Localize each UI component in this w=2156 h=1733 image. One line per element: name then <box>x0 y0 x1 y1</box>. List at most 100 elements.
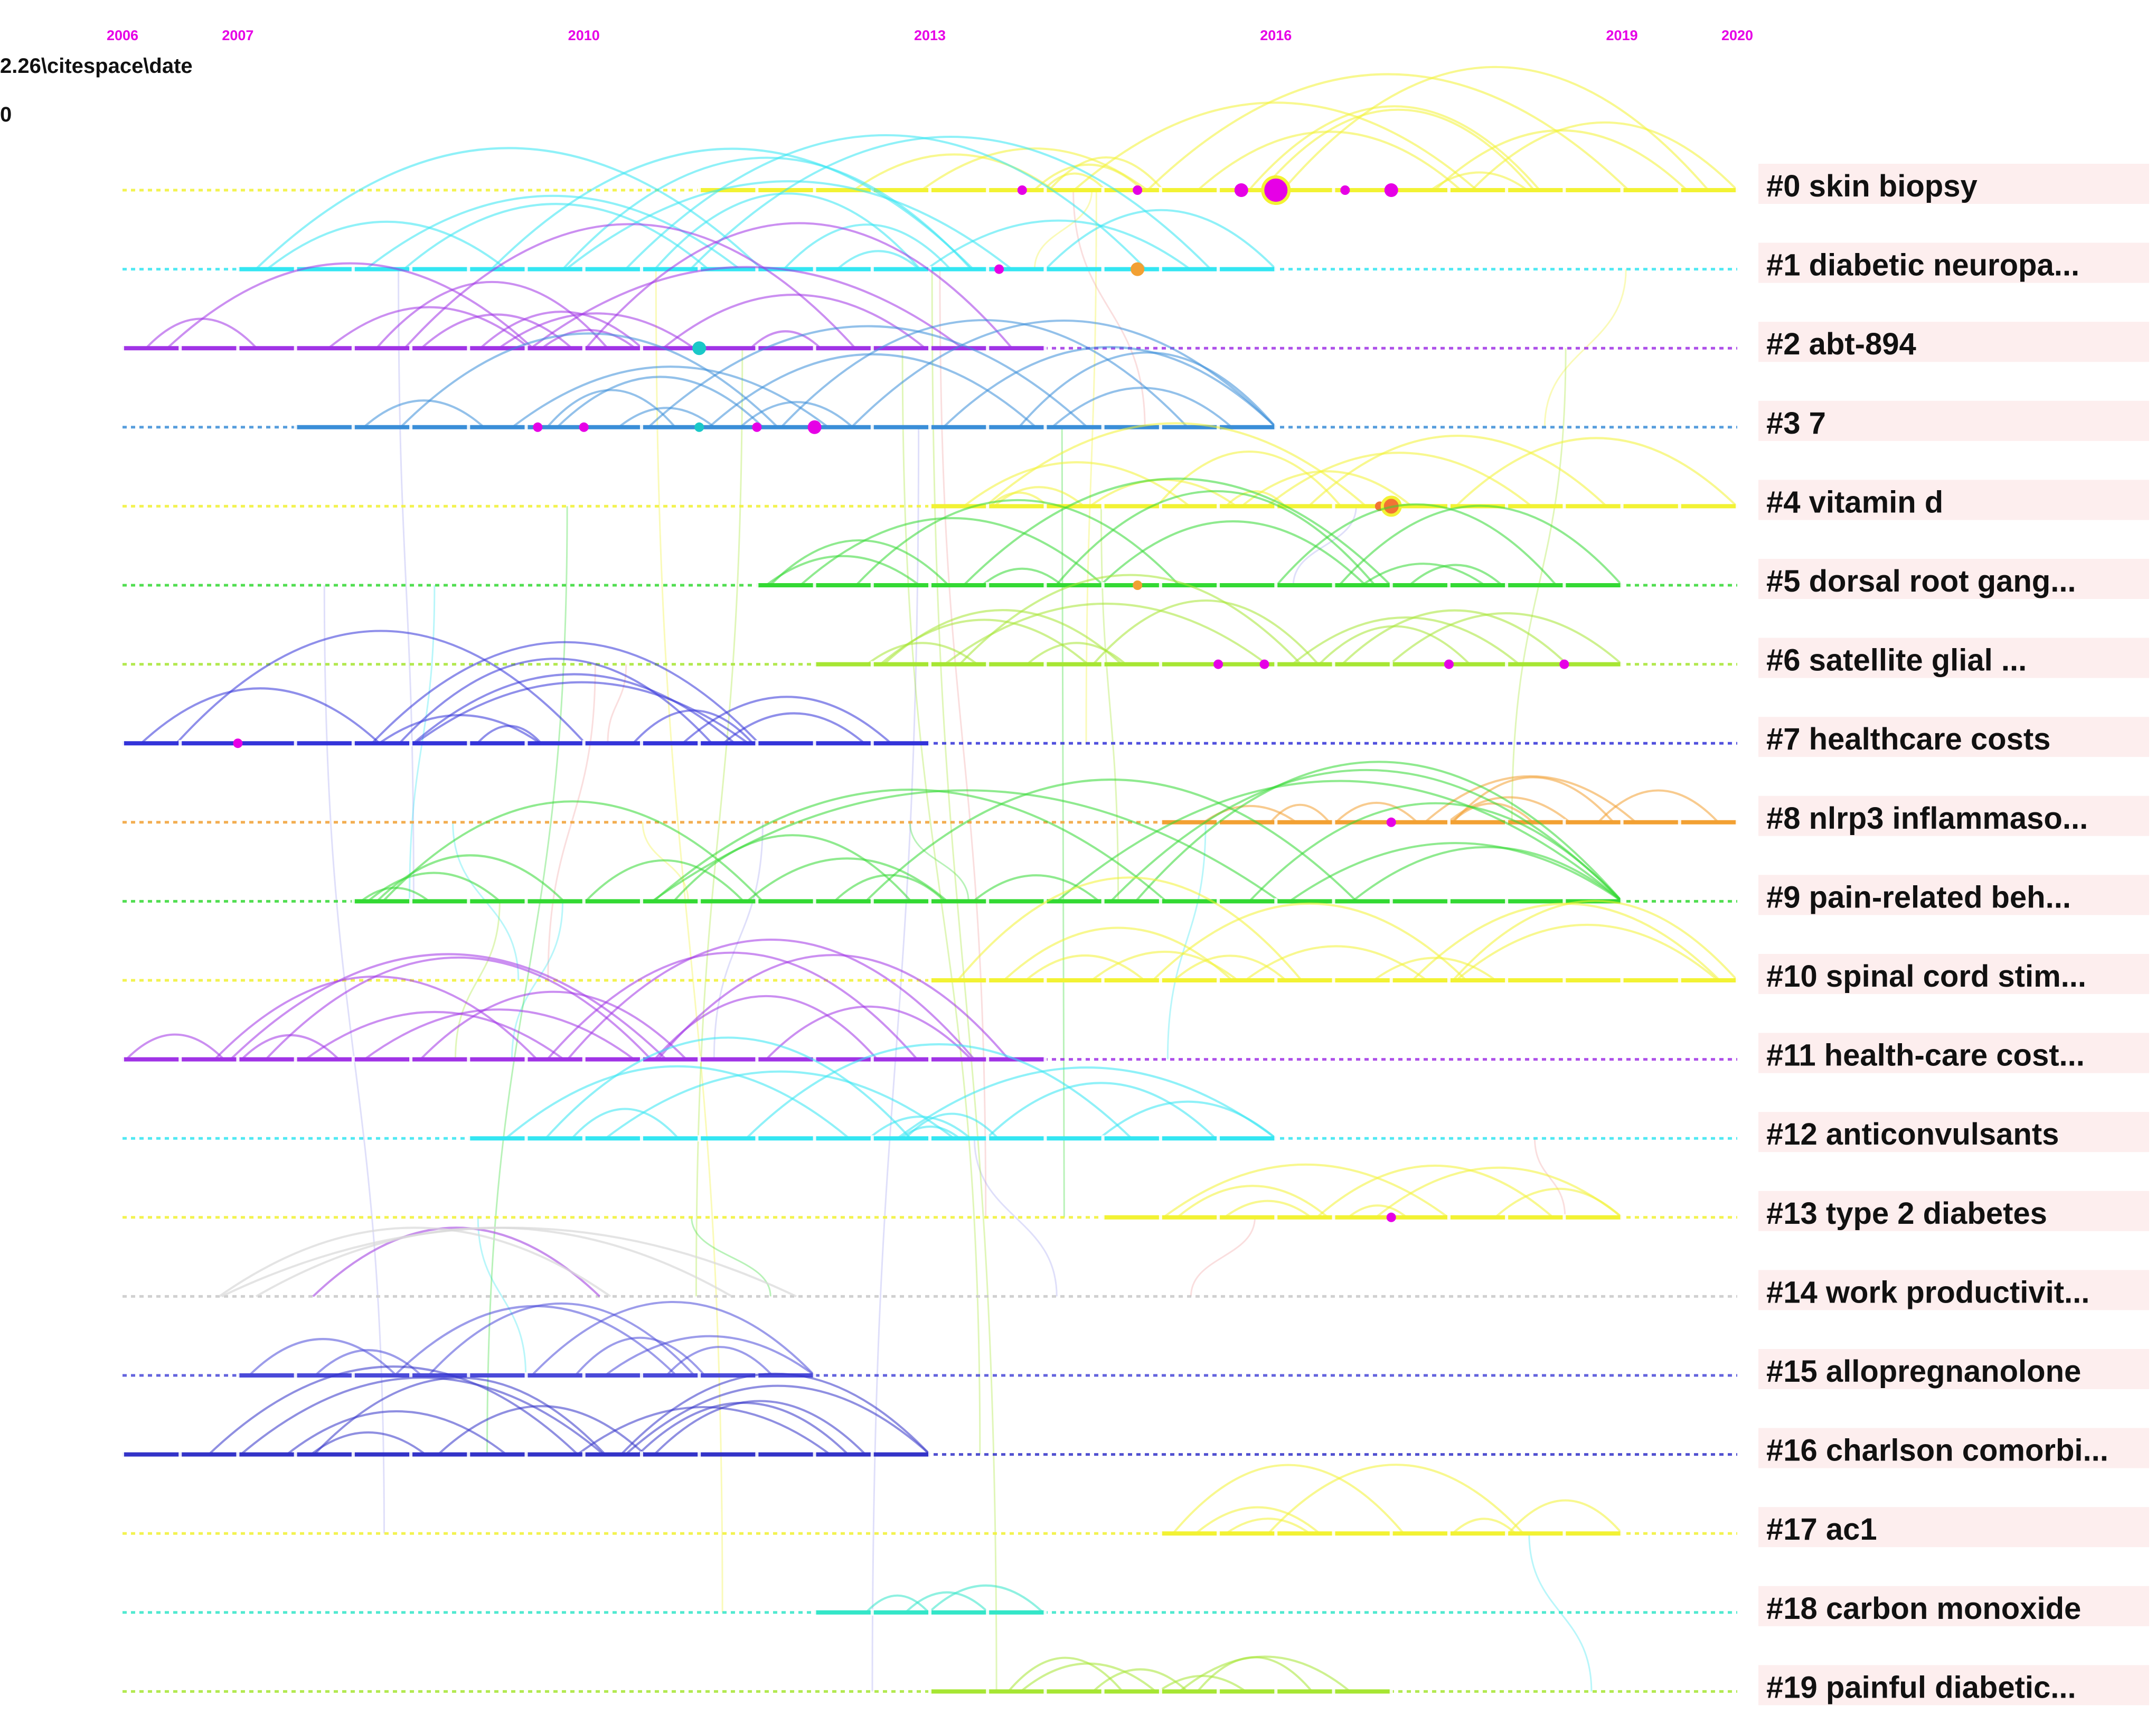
cluster-arc <box>505 1065 850 1139</box>
cluster-arc <box>625 1384 931 1456</box>
cited-node <box>994 264 1004 274</box>
span-gap <box>928 1056 931 1063</box>
span-gap <box>1043 503 1047 510</box>
cluster-row-18 <box>123 1584 1737 1616</box>
cluster-arc <box>265 957 652 1060</box>
cluster-arc <box>399 658 713 744</box>
span-gap <box>1447 1530 1451 1537</box>
cluster-arc <box>1411 902 1721 981</box>
cluster-arc <box>690 136 1212 270</box>
span-gap <box>1159 424 1162 430</box>
citation-link <box>691 1217 771 1297</box>
cluster-row-3 <box>123 319 1737 434</box>
span-gap <box>351 1372 355 1379</box>
span-gap <box>928 424 931 430</box>
span-gap <box>467 1451 470 1458</box>
span-gap <box>1274 898 1278 905</box>
span-gap <box>294 1451 297 1458</box>
span-gap <box>870 1451 874 1458</box>
cluster-arc <box>544 1036 911 1139</box>
span-gap <box>1505 1214 1509 1221</box>
cluster-labels: #0 skin biopsy #1 diabetic neuropa... #2 a… <box>1758 164 2149 1706</box>
cluster-timeline-chart: 2006 2007 2010 2013 2016 2019 2020 2.26\citesp… <box>0 27 2149 1706</box>
span-gap <box>1274 819 1278 826</box>
cited-node <box>1340 185 1350 195</box>
span-gap <box>639 424 643 430</box>
span-gap <box>1043 1056 1047 1063</box>
year-tick-label: 2019 <box>1606 27 1638 43</box>
cited-node <box>1386 1212 1396 1222</box>
span-gap <box>1736 977 1739 983</box>
citation-link <box>695 348 743 1297</box>
span-gap <box>755 898 759 905</box>
span-gap <box>409 898 413 905</box>
span-gap <box>870 661 874 668</box>
span-gap <box>928 661 931 668</box>
cluster-arc <box>1223 1200 1312 1219</box>
cluster-label-18: #18 carbon monoxide <box>1758 1586 2149 1626</box>
span-gap <box>928 1135 931 1142</box>
cluster-label-15: #15 allopregnanolone <box>1758 1349 2149 1389</box>
span-gap <box>1159 898 1162 905</box>
span-gap <box>986 661 990 668</box>
span-gap <box>928 582 931 588</box>
span-gap <box>351 1056 355 1063</box>
span-gap <box>813 661 816 668</box>
span-gap <box>1043 424 1047 430</box>
cluster-label-7: #7 healthcare costs <box>1758 717 2149 757</box>
span-gap <box>1332 1530 1335 1537</box>
cluster-arc <box>769 539 949 586</box>
cluster-arc <box>1282 65 1709 191</box>
span-gap <box>755 582 759 588</box>
cluster-arc <box>145 317 258 349</box>
span-gap <box>870 1135 874 1142</box>
span-gap <box>294 740 297 747</box>
cluster-arc <box>305 1010 564 1061</box>
span-gap <box>121 1451 124 1458</box>
span-gap <box>1562 1530 1566 1537</box>
span-gap <box>1332 898 1335 905</box>
span-gap <box>351 345 355 352</box>
span-gap <box>582 1056 586 1063</box>
year-tick-label: 2010 <box>568 27 600 43</box>
span-gap <box>1389 582 1393 588</box>
cluster-arc <box>403 223 856 349</box>
cluster-label-17: #17 ac1 <box>1758 1507 2149 1548</box>
span-gap <box>1678 503 1681 510</box>
span-gap <box>1159 819 1162 826</box>
span-gap <box>1274 1530 1278 1537</box>
span-gap <box>1505 582 1509 588</box>
span-gap <box>1562 187 1566 193</box>
span-gap <box>870 266 874 273</box>
span-gap <box>986 1609 990 1616</box>
cluster-label-text: #3 7 <box>1766 406 1826 441</box>
span-gap <box>467 898 470 905</box>
cited-node <box>692 341 707 355</box>
span-gap <box>1159 977 1162 983</box>
cited-node <box>694 422 704 432</box>
span-gap <box>582 266 586 273</box>
span-gap <box>294 345 297 352</box>
span-gap <box>1043 266 1047 273</box>
cluster-arc <box>746 857 948 902</box>
span-gap <box>1043 187 1047 193</box>
cluster-arc <box>1003 926 1233 981</box>
span-gap <box>986 266 990 273</box>
span-gap <box>409 1451 413 1458</box>
span-gap <box>1274 266 1278 273</box>
cluster-arc <box>1020 1662 1156 1692</box>
span-gap <box>1159 582 1162 588</box>
span-gap <box>1101 1214 1105 1221</box>
span-gap <box>236 1372 240 1379</box>
span-gap <box>1159 1135 1162 1142</box>
span-gap <box>1505 661 1509 668</box>
span-gap <box>524 1056 528 1063</box>
span-gap <box>467 345 470 352</box>
span-gap <box>755 1056 759 1063</box>
span-gap <box>1562 977 1566 983</box>
span-gap <box>294 1372 297 1379</box>
span-gap <box>121 1056 124 1063</box>
span-gap <box>986 1135 990 1142</box>
span-gap <box>813 1451 816 1458</box>
span-gap <box>1562 819 1566 826</box>
